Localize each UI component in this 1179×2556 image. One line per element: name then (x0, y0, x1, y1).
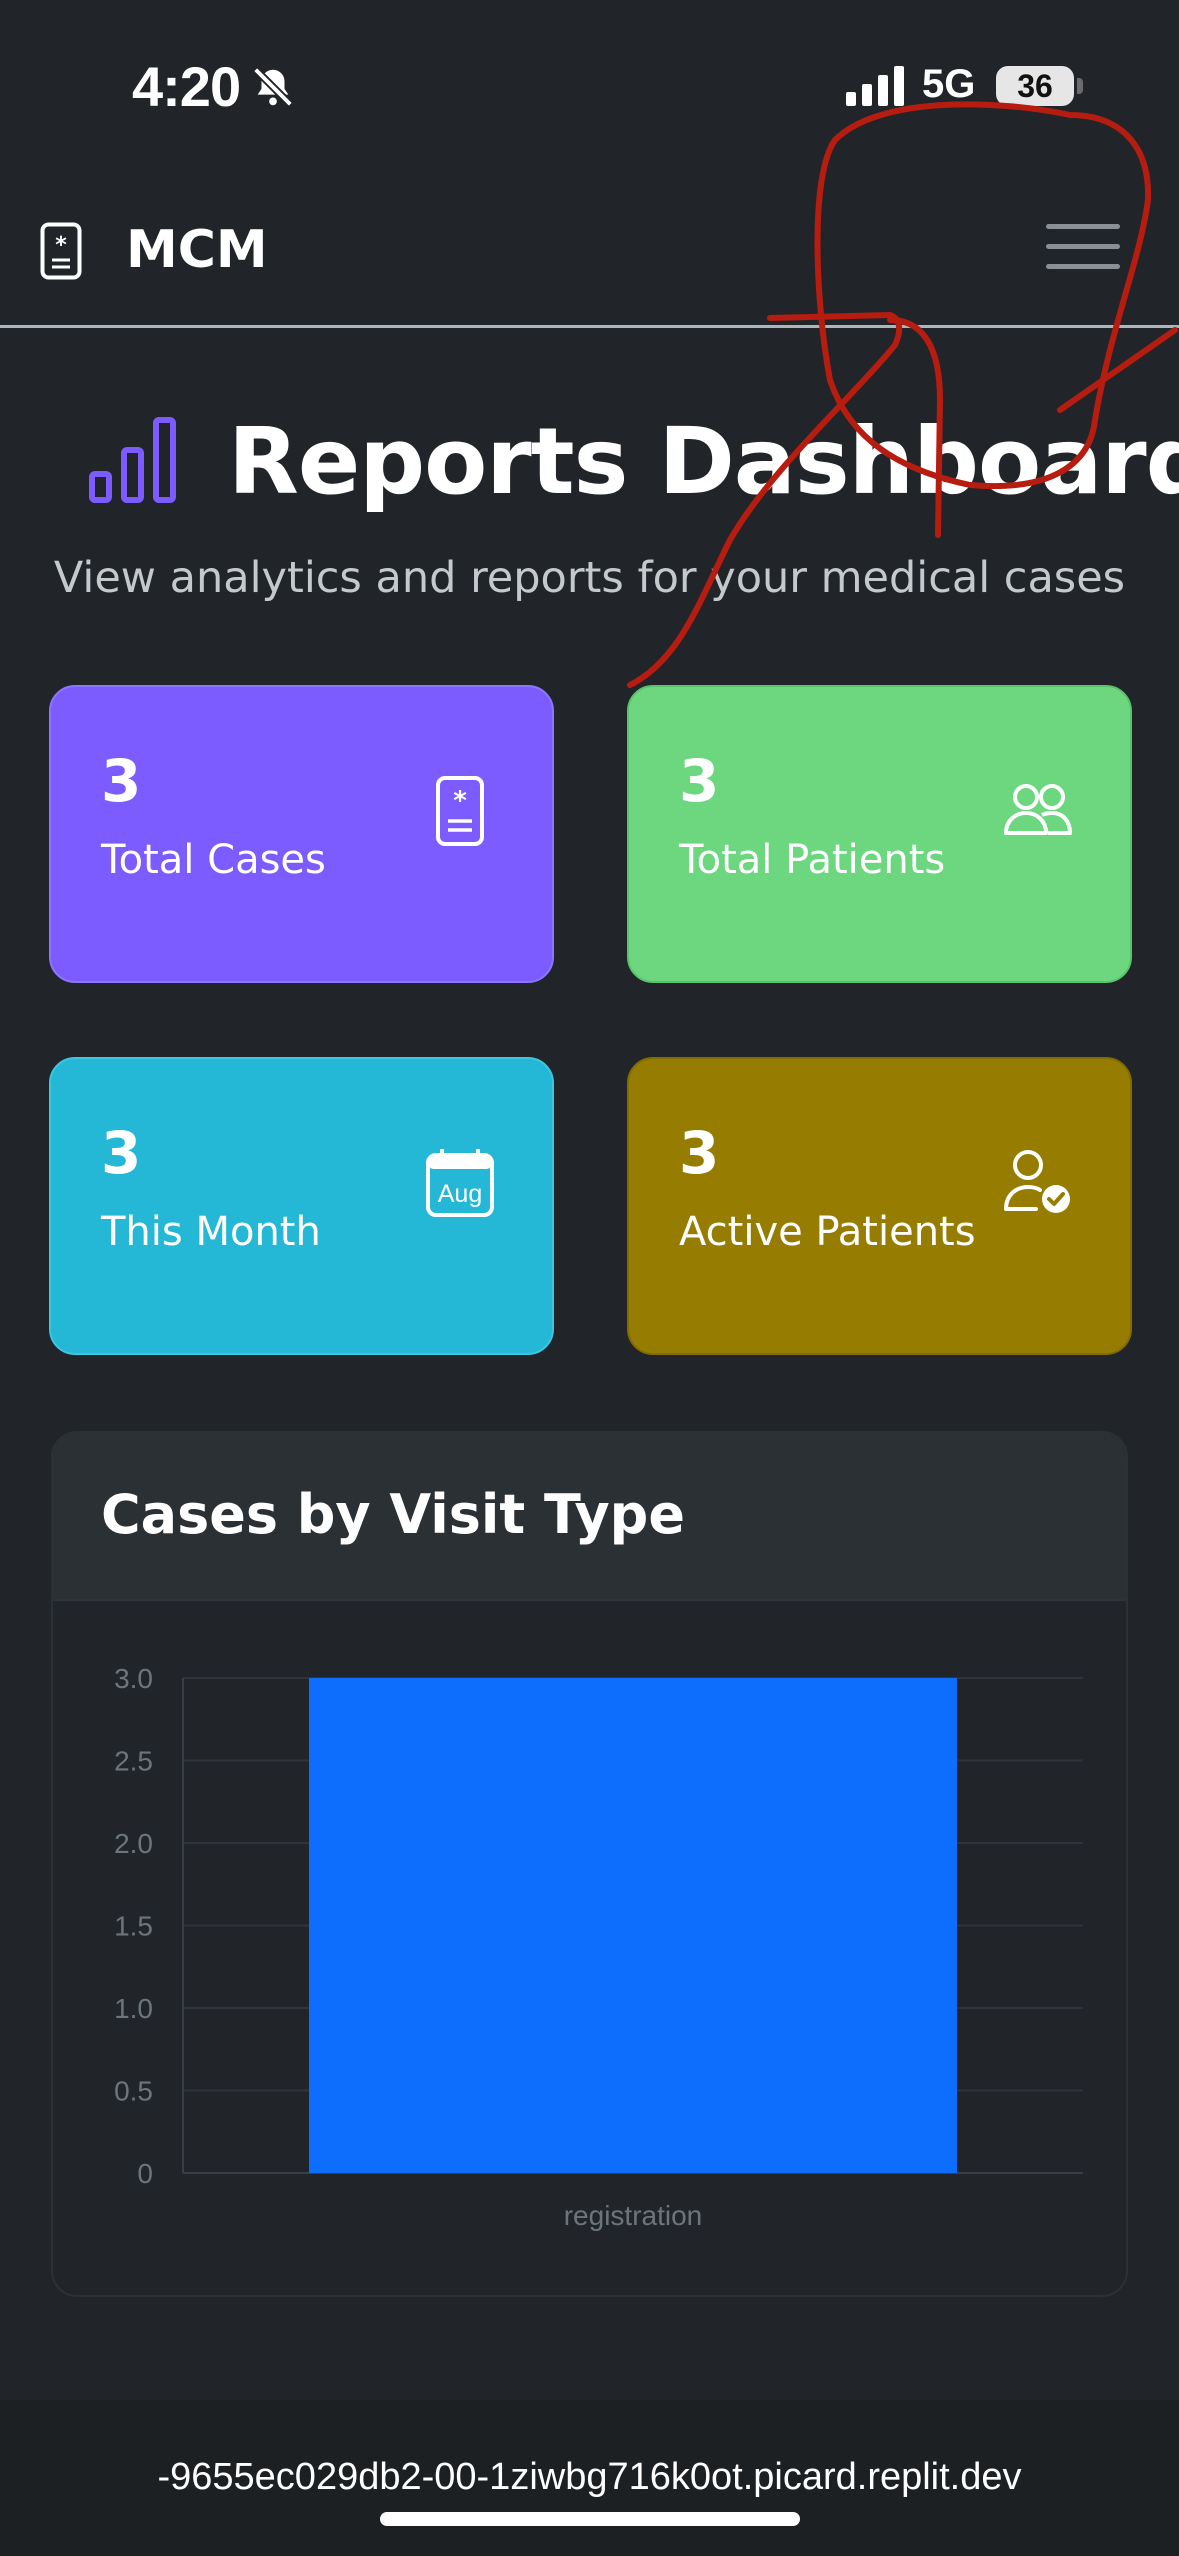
navbar: * MCM (0, 170, 1179, 328)
page-title: Reports Dashboard (228, 408, 1179, 515)
stat-label: Active Patients (679, 1209, 976, 1255)
stat-value: 3 (101, 747, 142, 815)
y-tick-label: 0.5 (114, 2076, 153, 2107)
svg-text:Aug: Aug (438, 1180, 482, 1208)
y-tick-label: 3.0 (114, 1663, 153, 1694)
hamburger-line (1046, 264, 1120, 269)
battery-cap (1077, 78, 1083, 94)
svg-text:*: * (55, 233, 67, 258)
y-tick-label: 1.0 (114, 1993, 153, 2024)
chart-card: Cases by Visit Type 0 0.5 1.0 1.5 2.0 2.5 3.0 r… (51, 1431, 1128, 2297)
stat-label: This Month (101, 1209, 321, 1255)
stat-card-total-patients: 3 Total Patients (627, 685, 1132, 983)
cellular-signal-icon (846, 66, 904, 106)
home-indicator[interactable] (380, 2512, 800, 2526)
calendar-icon: Aug (426, 1149, 494, 1217)
stat-label: Total Patients (679, 837, 946, 883)
y-tick-label: 1.5 (114, 1911, 153, 1942)
status-time: 4:20 (132, 55, 241, 118)
hamburger-line (1046, 244, 1120, 249)
stat-value: 3 (101, 1119, 142, 1187)
x-tick-label: registration (564, 2200, 703, 2231)
people-icon (1004, 784, 1072, 835)
bar-chart: 0 0.5 1.0 1.5 2.0 2.5 3.0 registration (114, 1663, 1083, 2231)
network-type: 5G (922, 62, 976, 106)
page-subtitle: View analytics and reports for your medi… (53, 553, 1126, 603)
bar (309, 1678, 957, 2173)
stat-card-total-cases: 3 Total Cases * (49, 685, 554, 983)
y-tick-label: 0 (137, 2158, 153, 2189)
svg-text:*: * (453, 786, 467, 816)
hamburger-line (1046, 224, 1120, 229)
menu-toggle-button[interactable] (1046, 224, 1120, 274)
y-tick-label: 2.0 (114, 1828, 153, 1859)
brand-name[interactable]: MCM (126, 220, 268, 280)
stat-card-this-month: 3 This Month Aug (49, 1057, 554, 1355)
battery-indicator: 36 (996, 66, 1074, 106)
y-tick-label: 2.5 (114, 1746, 153, 1777)
browser-url-bar[interactable]: -9655ec029db2-00-1ziwbg716k0ot.picard.re… (0, 2400, 1179, 2556)
stat-card-active-patients: 3 Active Patients (627, 1057, 1132, 1355)
status-bar: 4:20 5G 36 (0, 0, 1179, 170)
medical-file-icon: * (40, 222, 82, 280)
stat-value: 3 (679, 747, 720, 815)
stat-value: 3 (679, 1119, 720, 1187)
medical-file-icon: * (436, 776, 484, 846)
bar-chart-icon (89, 417, 176, 503)
url-text[interactable]: -9655ec029db2-00-1ziwbg716k0ot.picard.re… (0, 2456, 1179, 2499)
bell-muted-icon (253, 67, 293, 107)
person-check-icon (1004, 1150, 1070, 1213)
stat-label: Total Cases (101, 837, 326, 883)
